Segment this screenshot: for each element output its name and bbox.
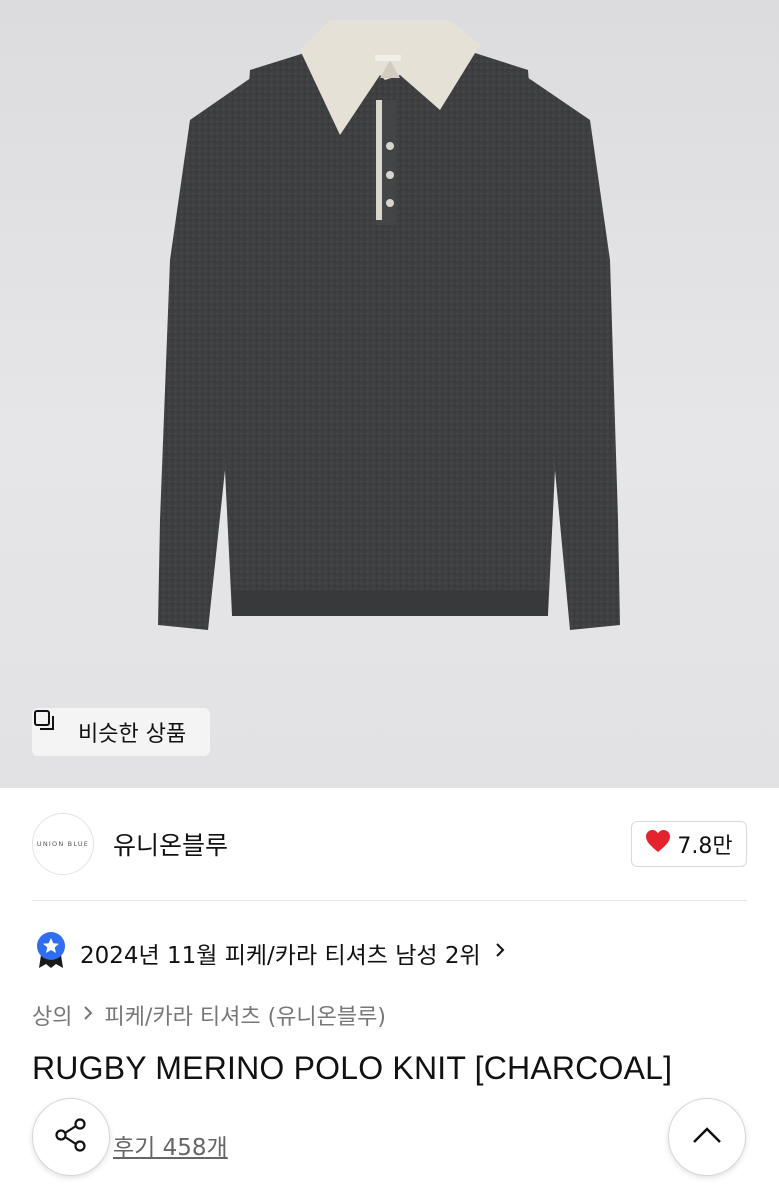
brand-logo[interactable]: UNION BLUE — [32, 813, 94, 875]
similar-products-button[interactable]: 비슷한 상품 — [32, 708, 210, 756]
ranking-badge-icon — [34, 931, 68, 975]
breadcrumb-current[interactable]: 피케/카라 티셔츠 (유니온블루) — [104, 999, 385, 1031]
heart-icon — [645, 829, 671, 859]
product-image[interactable]: 비슷한 상품 — [0, 0, 779, 788]
brand-name[interactable]: 유니온블루 — [113, 826, 228, 862]
breadcrumb-root[interactable]: 상의 — [32, 999, 72, 1031]
like-button[interactable]: 7.8만 — [631, 821, 747, 867]
divider — [32, 900, 747, 901]
product-title: RUGBY MERINO POLO KNIT [CHARCOAL] — [32, 1050, 673, 1086]
ranking-link[interactable]: 2024년 11월 피케/카라 티셔츠 남성 2위 — [34, 932, 507, 974]
chevron-up-icon — [691, 1125, 723, 1149]
sweater-illustration — [158, 20, 620, 630]
ranking-text: 2024년 11월 피케/카라 티셔츠 남성 2위 — [80, 943, 481, 969]
chevron-right-icon — [493, 940, 507, 966]
like-count: 7.8만 — [677, 834, 733, 859]
brand-row: UNION BLUE 유니온블루 7.8만 — [32, 812, 747, 876]
brand-logo-text: UNION BLUE — [36, 840, 90, 848]
share-icon — [52, 1116, 90, 1158]
reviews-link[interactable]: 후기 458개 — [113, 1128, 228, 1162]
chevron-right-icon — [82, 1003, 94, 1028]
share-button[interactable] — [32, 1098, 110, 1176]
scroll-to-top-button[interactable] — [668, 1098, 746, 1176]
copy-icon — [34, 710, 70, 744]
similar-products-label: 비슷한 상품 — [78, 722, 187, 747]
breadcrumb: 상의 피케/카라 티셔츠 (유니온블루) — [32, 996, 386, 1034]
